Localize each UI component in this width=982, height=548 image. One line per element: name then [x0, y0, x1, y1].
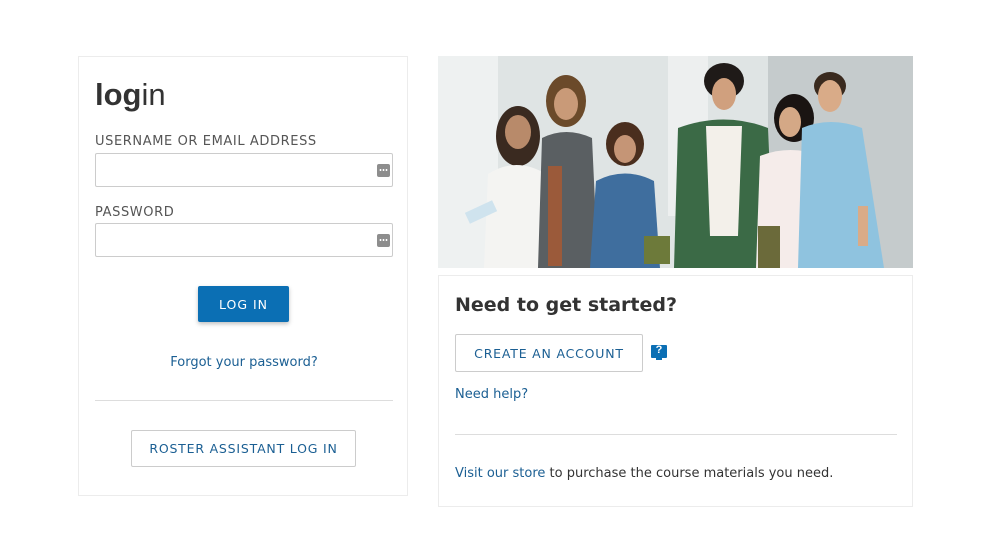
login-title-bold: log [95, 77, 142, 112]
get-started-card: Need to get started? CREATE AN ACCOUNT ?… [438, 275, 913, 507]
login-title-light: in [141, 77, 166, 112]
password-label: PASSWORD [95, 205, 175, 220]
password-input[interactable] [102, 225, 366, 257]
help-monitor-icon[interactable]: ? [651, 344, 667, 360]
password-manager-icon[interactable] [377, 234, 390, 247]
username-input[interactable] [102, 155, 366, 187]
username-field-box [95, 153, 393, 187]
password-field-box [95, 223, 393, 257]
login-title: login [95, 77, 166, 113]
visit-store-link[interactable]: Visit our store [455, 466, 545, 481]
store-text: to purchase the course materials you nee… [545, 466, 834, 481]
password-manager-icon[interactable] [377, 164, 390, 177]
divider [455, 434, 897, 435]
hero-illustration [438, 56, 913, 268]
roster-assistant-login-button[interactable]: ROSTER ASSISTANT LOG IN [131, 430, 356, 467]
store-line: Visit our store to purchase the course m… [455, 466, 833, 481]
login-button[interactable]: LOG IN [198, 286, 289, 322]
need-help-link[interactable]: Need help? [455, 387, 528, 402]
divider [95, 400, 393, 401]
forgot-container: Forgot your password? [79, 353, 409, 371]
students-walking-photo [438, 56, 913, 268]
username-label: USERNAME OR EMAIL ADDRESS [95, 134, 317, 149]
get-started-title: Need to get started? [455, 294, 677, 316]
forgot-password-link[interactable]: Forgot your password? [170, 355, 318, 370]
help-glyph: ? [655, 344, 663, 356]
create-account-button[interactable]: CREATE AN ACCOUNT [455, 334, 643, 372]
login-card: login USERNAME OR EMAIL ADDRESS PASSWORD… [78, 56, 408, 496]
